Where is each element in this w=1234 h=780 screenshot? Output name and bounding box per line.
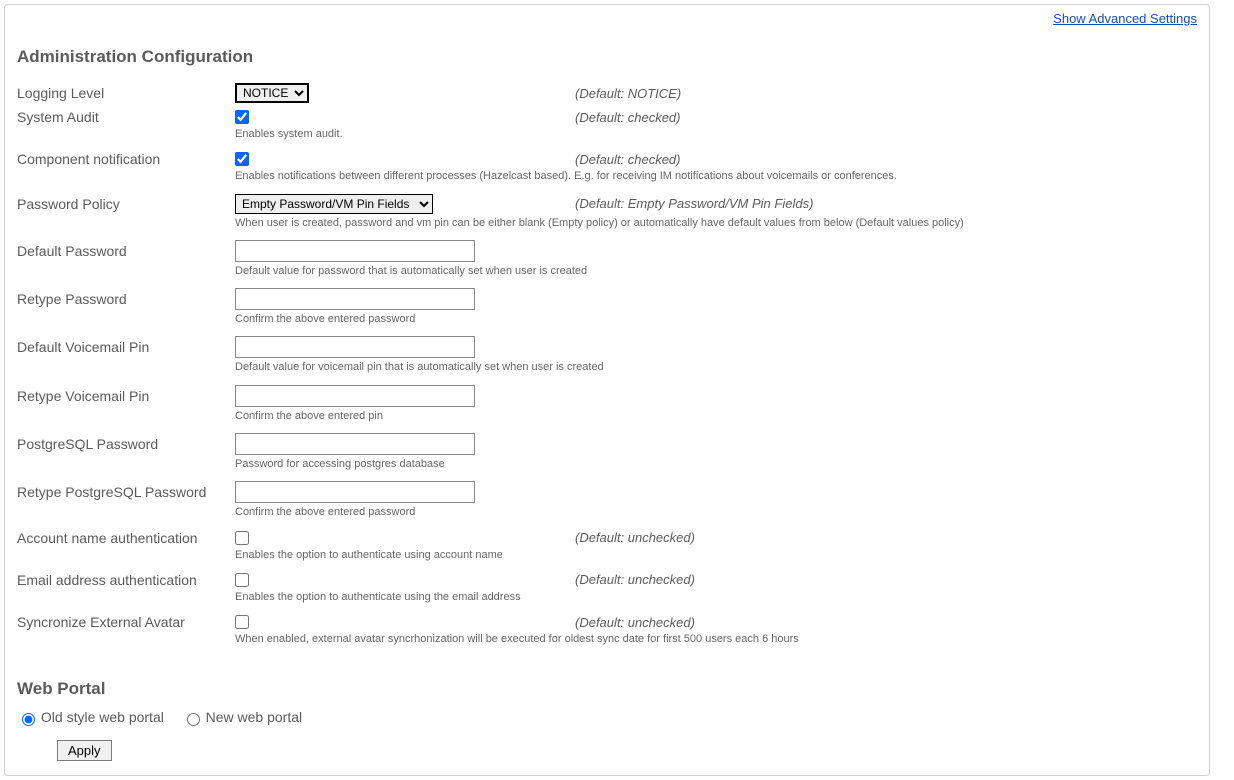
row-default-voicemail-pin: Default Voicemail Pin [17, 330, 1197, 358]
row-email-auth: Email address authentication (Default: u… [17, 566, 1197, 588]
desc-component-notification: Enables notifications between different … [235, 167, 1197, 187]
section-title-web-portal: Web Portal [17, 679, 1197, 699]
default-logging-level: (Default: NOTICE) [575, 86, 681, 101]
default-account-name-auth: (Default: unchecked) [575, 530, 695, 545]
desc-default-voicemail-pin: Default value for voicemail pin that is … [235, 358, 1197, 378]
label-password-policy: Password Policy [17, 196, 235, 212]
default-system-audit: (Default: checked) [575, 110, 681, 125]
desc-email-auth: Enables the option to authenticate using… [235, 588, 1197, 608]
sync-avatar-checkbox[interactable] [235, 615, 249, 629]
default-sync-avatar: (Default: unchecked) [575, 615, 695, 630]
desc-account-name-auth: Enables the option to authenticate using… [235, 546, 1197, 566]
desc-postgresql-password: Password for accessing postgres database [235, 455, 1197, 475]
password-policy-select[interactable]: Empty Password/VM Pin Fields [235, 194, 433, 214]
label-postgresql-password: PostgreSQL Password [17, 436, 235, 452]
desc-default-password: Default value for password that is autom… [235, 262, 1197, 282]
desc-retype-postgresql-password: Confirm the above entered password [235, 503, 1197, 523]
web-portal-options: Old style web portal New web portal [17, 709, 1197, 726]
label-retype-postgresql-password: Retype PostgreSQL Password [17, 484, 235, 500]
desc-password-policy: When user is created, password and vm pi… [235, 214, 1197, 234]
row-postgresql-password: PostgreSQL Password [17, 427, 1197, 455]
desc-retype-voicemail-pin: Confirm the above entered pin [235, 407, 1197, 427]
apply-button[interactable]: Apply [57, 740, 112, 761]
default-component-notification: (Default: checked) [575, 152, 681, 167]
label-default-password: Default Password [17, 243, 235, 259]
account-name-auth-checkbox[interactable] [235, 531, 249, 545]
retype-postgresql-password-input[interactable] [235, 481, 475, 503]
admin-config-panel: Show Advanced Settings Administration Co… [4, 4, 1210, 776]
new-portal-radio[interactable] [187, 713, 200, 726]
label-email-auth: Email address authentication [17, 572, 235, 588]
postgresql-password-input[interactable] [235, 433, 475, 455]
row-password-policy: Password Policy Empty Password/VM Pin Fi… [17, 188, 1197, 214]
row-account-name-auth: Account name authentication (Default: un… [17, 524, 1197, 546]
row-retype-postgresql-password: Retype PostgreSQL Password [17, 475, 1197, 503]
section-title-admin: Administration Configuration [17, 47, 1197, 67]
label-retype-voicemail-pin: Retype Voicemail Pin [17, 388, 235, 404]
row-system-audit: System Audit (Default: checked) [17, 103, 1197, 125]
logging-level-select[interactable]: NOTICE [235, 83, 309, 103]
default-email-auth: (Default: unchecked) [575, 572, 695, 587]
label-account-name-auth: Account name authentication [17, 530, 235, 546]
default-password-policy: (Default: Empty Password/VM Pin Fields) [575, 196, 813, 211]
label-system-audit: System Audit [17, 109, 235, 125]
new-portal-option[interactable]: New web portal [182, 709, 302, 725]
label-default-voicemail-pin: Default Voicemail Pin [17, 339, 235, 355]
row-sync-avatar: Syncronize External Avatar (Default: unc… [17, 608, 1197, 630]
old-portal-radio[interactable] [22, 713, 35, 726]
label-sync-avatar: Syncronize External Avatar [17, 614, 235, 630]
system-audit-checkbox[interactable] [235, 110, 249, 124]
default-voicemail-pin-input[interactable] [235, 336, 475, 358]
desc-system-audit: Enables system audit. [235, 125, 1197, 145]
new-portal-label: New web portal [206, 709, 303, 725]
desc-retype-password: Confirm the above entered password [235, 310, 1197, 330]
old-portal-label: Old style web portal [41, 709, 164, 725]
retype-password-input[interactable] [235, 288, 475, 310]
email-auth-checkbox[interactable] [235, 573, 249, 587]
row-default-password: Default Password [17, 234, 1197, 262]
default-password-input[interactable] [235, 240, 475, 262]
desc-sync-avatar: When enabled, external avatar syncrhoniz… [235, 630, 1197, 650]
label-logging-level: Logging Level [17, 85, 235, 101]
component-notification-checkbox[interactable] [235, 152, 249, 166]
retype-voicemail-pin-input[interactable] [235, 385, 475, 407]
label-retype-password: Retype Password [17, 291, 235, 307]
label-component-notification: Component notification [17, 151, 235, 167]
show-advanced-settings-link[interactable]: Show Advanced Settings [1053, 11, 1197, 26]
row-retype-voicemail-pin: Retype Voicemail Pin [17, 379, 1197, 407]
old-portal-option[interactable]: Old style web portal [17, 709, 168, 725]
row-component-notification: Component notification (Default: checked… [17, 145, 1197, 167]
row-retype-password: Retype Password [17, 282, 1197, 310]
row-logging-level: Logging Level NOTICE (Default: NOTICE) [17, 77, 1197, 103]
